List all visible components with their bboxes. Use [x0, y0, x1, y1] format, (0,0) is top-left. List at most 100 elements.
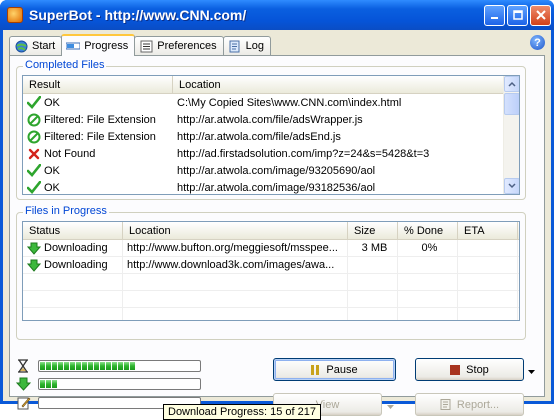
progress-segment — [40, 380, 45, 388]
column-header-status[interactable]: Status — [23, 222, 123, 239]
completed-file-row[interactable]: Filtered: File Extension http://ar.atwola… — [23, 128, 519, 145]
location-cell: http://www.download3k.com/images/awa... — [123, 257, 348, 273]
title-bar[interactable]: SuperBot - http://www.CNN.com/ — [0, 0, 554, 30]
progress-segment — [124, 362, 129, 370]
inprogress-rows: Downloading http://www.bufton.org/meggies… — [23, 240, 519, 320]
scroll-thumb[interactable] — [504, 93, 519, 115]
progress-icon — [66, 39, 81, 53]
column-header-location[interactable]: Location — [173, 76, 505, 93]
progress-segment — [82, 362, 87, 370]
pause-button[interactable]: Pause — [273, 358, 396, 381]
progress-segment — [106, 362, 111, 370]
scroll-down-button[interactable] — [504, 178, 519, 194]
progress-panel: Completed Files Result Location OK C:\My … — [9, 55, 545, 420]
pause-icon — [311, 364, 320, 375]
result-text: Filtered: File Extension — [44, 130, 156, 143]
completed-list-header: Result Location — [23, 76, 519, 94]
progress-segment — [112, 362, 117, 370]
maximize-button[interactable] — [507, 4, 528, 26]
result-cell: OK — [23, 162, 173, 179]
tab-log[interactable]: Log — [222, 36, 271, 55]
eta-cell — [458, 240, 518, 256]
location-cell: http://www.bufton.org/meggiesoft/msspee.… — [123, 240, 348, 256]
status-text: Downloading — [44, 259, 108, 271]
download-arrow-icon — [15, 377, 32, 394]
tab-start[interactable]: Start — [9, 36, 63, 55]
edit-icon — [17, 396, 31, 413]
scroll-up-button[interactable] — [504, 76, 519, 92]
progress-segment — [94, 362, 99, 370]
completed-file-row[interactable]: OK http://ar.atwola.com/image/93182536/ao… — [23, 179, 519, 194]
tab-label: Start — [32, 40, 56, 52]
location-cell: http://ar.atwola.com/image/93205690/aol — [177, 164, 376, 177]
download-progress-bar — [38, 378, 201, 390]
result-cell: Filtered: File Extension — [23, 128, 173, 145]
checkmark-icon — [27, 96, 41, 110]
stop-button[interactable]: Stop — [415, 358, 524, 381]
status-text: Downloading — [44, 242, 108, 254]
download-progress-tooltip: Download Progress: 15 of 217 — [163, 404, 321, 420]
in-progress-row[interactable]: Downloading http://www.bufton.org/meggies… — [23, 240, 519, 257]
progress-segment — [46, 362, 51, 370]
completed-files-list[interactable]: Result Location OK C:\My Copied Sites\www… — [22, 75, 520, 195]
status-cell: Downloading — [23, 240, 123, 256]
column-header-result[interactable]: Result — [23, 76, 173, 93]
completed-file-row[interactable]: Not Found http://ad.firstadsolution.com/i… — [23, 145, 519, 162]
help-icon[interactable]: ? — [530, 35, 545, 50]
progress-segment — [40, 362, 45, 370]
superbot-window: SuperBot - http://www.CNN.com/ Start Pro… — [0, 0, 554, 420]
location-cell: C:\My Copied Sites\www.CNN.com\index.htm… — [177, 96, 402, 109]
result-cell: OK — [23, 179, 173, 194]
tab-strip: Start Progress Preferences Log — [9, 34, 545, 56]
location-cell: http://ar.atwola.com/image/93182536/aol — [177, 181, 376, 194]
column-header-eta[interactable]: ETA — [458, 222, 518, 239]
column-header-percent-done[interactable]: % Done — [398, 222, 458, 239]
progress-segment — [64, 362, 69, 370]
empty-row — [23, 291, 519, 308]
completed-file-row[interactable]: OK C:\My Copied Sites\www.CNN.com\index.h… — [23, 94, 519, 111]
tab-progress[interactable]: Progress — [61, 34, 136, 56]
status-cell: Downloading — [23, 257, 123, 273]
column-header-location[interactable]: Location — [123, 222, 348, 239]
progress-segment — [130, 362, 135, 370]
tab-label: Preferences — [157, 40, 217, 52]
progress-segment — [118, 362, 123, 370]
completed-file-row[interactable]: OK http://ar.atwola.com/image/93205690/ao… — [23, 162, 519, 179]
completed-list-scrollbar[interactable] — [503, 76, 519, 194]
percent-done-cell: 0% — [398, 240, 458, 256]
in-progress-row[interactable]: Downloading http://www.download3k.com/ima… — [23, 257, 519, 274]
pause-label: Pause — [326, 363, 358, 376]
close-icon — [535, 10, 546, 20]
progress-segment — [88, 362, 93, 370]
empty-row — [23, 308, 519, 320]
chevron-down-icon — [528, 370, 535, 374]
close-button[interactable] — [530, 4, 551, 26]
files-in-progress-list[interactable]: Status Location Size % Done ETA Download… — [22, 221, 520, 321]
size-cell — [348, 257, 398, 273]
download-arrow-icon — [27, 258, 41, 272]
tab-preferences[interactable]: Preferences — [134, 36, 224, 55]
window-client: Start Progress Preferences Log ? Complet… — [3, 30, 551, 420]
report-icon — [440, 399, 451, 410]
result-cell: Not Found — [23, 145, 173, 162]
column-header-size[interactable]: Size — [348, 222, 398, 239]
progress-segment — [76, 362, 81, 370]
progress-segment — [46, 380, 51, 388]
minimize-button[interactable] — [484, 4, 505, 26]
globe-icon — [14, 39, 28, 53]
result-text: OK — [44, 96, 60, 109]
chevron-up-icon — [508, 81, 516, 87]
result-text: Filtered: File Extension — [44, 113, 156, 126]
files-in-progress-group: Files in Progress Status Location Size %… — [16, 205, 526, 340]
checkmark-icon — [27, 164, 41, 178]
progress-segment — [52, 362, 57, 370]
result-cell: Filtered: File Extension — [23, 111, 173, 128]
report-button[interactable]: Report... — [415, 393, 524, 416]
result-text: OK — [44, 164, 60, 177]
stop-dropdown-arrow[interactable] — [528, 366, 535, 378]
progress-segment — [70, 362, 75, 370]
result-cell: OK — [23, 94, 173, 111]
completed-file-row[interactable]: Filtered: File Extension http://ar.atwola… — [23, 111, 519, 128]
view-dropdown-arrow[interactable] — [387, 401, 394, 413]
chevron-down-icon — [387, 405, 394, 409]
